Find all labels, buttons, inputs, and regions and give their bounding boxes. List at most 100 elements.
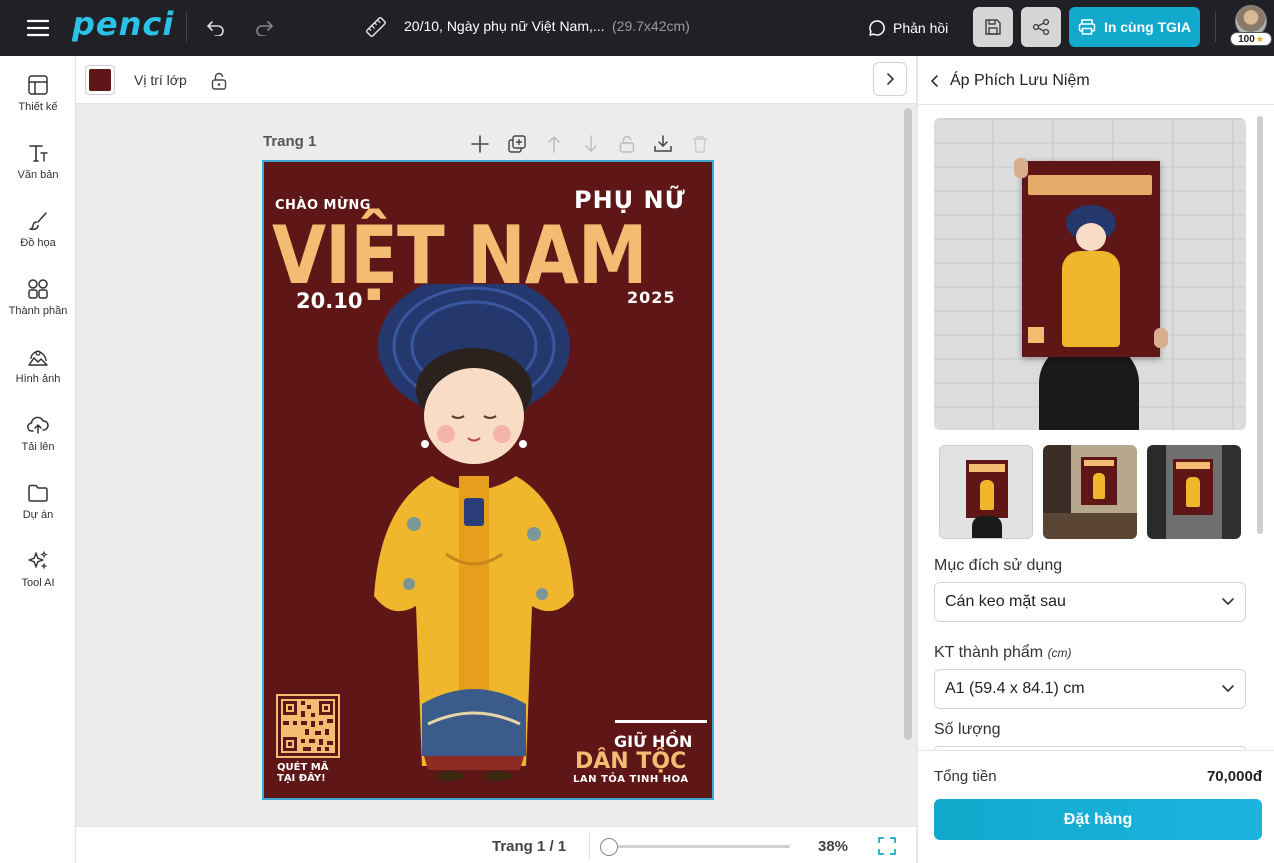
layout-icon	[28, 75, 48, 95]
hands	[1014, 158, 1028, 178]
purpose-label: Mục đích sử dụng	[934, 557, 1063, 574]
total-label: Tổng tiền	[934, 768, 997, 785]
arrow-up-icon	[548, 135, 560, 153]
download-tray-icon	[654, 135, 672, 152]
sidebar-item-graphics[interactable]: Đồ họa	[0, 204, 76, 266]
zoom-slider-track	[606, 845, 790, 848]
preview-thumbnail-3[interactable]	[1147, 445, 1241, 539]
menu-icon[interactable]	[24, 14, 52, 42]
avatar[interactable]: 100 ★	[1230, 5, 1272, 47]
context-toolbar: Vị trí lớp	[76, 56, 916, 104]
save-icon	[985, 19, 1001, 35]
brush-icon	[29, 212, 47, 231]
sidebar-item-design[interactable]: Thiết kế	[0, 68, 76, 130]
fullscreen-button[interactable]	[876, 835, 898, 857]
size-label-row: KT thành phẩm (cm)	[934, 644, 1072, 662]
product-preview-image[interactable]	[934, 118, 1246, 430]
sidebar-item-label: Dự án	[22, 509, 54, 521]
order-button[interactable]: Đặt hàng	[934, 799, 1262, 840]
move-page-up-button[interactable]	[542, 132, 566, 156]
move-page-down-button[interactable]	[579, 132, 603, 156]
lock-page-button[interactable]	[615, 132, 639, 156]
image-icon	[28, 350, 48, 366]
quantity-label: Số lượng	[934, 721, 1001, 738]
app-logo[interactable]: penci	[72, 5, 174, 43]
print-label: In cùng TGIA	[1103, 19, 1192, 35]
zoom-slider[interactable]	[600, 838, 792, 856]
page-label: Trang 1	[263, 133, 317, 150]
save-button[interactable]	[973, 7, 1013, 47]
panel-header[interactable]: Áp Phích Lưu Niệm	[930, 70, 1090, 92]
undo-icon[interactable]	[202, 14, 230, 42]
qr-caption-line2[interactable]: TẠI ĐÂY!	[277, 773, 326, 784]
sidebar-item-label: Thành phần	[8, 305, 68, 317]
poster-slogan-line3[interactable]: LAN TỎA TINH HOA	[573, 774, 689, 785]
sidebar-item-images[interactable]: Hình ảnh	[0, 340, 76, 402]
sidebar-item-label: Đồ họa	[20, 237, 56, 249]
trash-icon	[693, 136, 707, 153]
document-size: (29.7x42cm)	[612, 18, 690, 34]
download-page-button[interactable]	[651, 132, 675, 156]
color-swatch[interactable]	[85, 65, 115, 95]
duplicate-icon	[508, 135, 526, 153]
sidebar-item-projects[interactable]: Dự án	[0, 476, 76, 538]
sidebar-item-elements[interactable]: Thành phần	[0, 272, 76, 334]
add-page-button[interactable]	[468, 132, 492, 156]
redo-icon[interactable]	[250, 14, 278, 42]
zoom-slider-handle[interactable]	[600, 838, 618, 856]
collapse-panel-button[interactable]	[873, 62, 907, 96]
sparkles-icon	[28, 550, 48, 570]
poster-slogan-line2[interactable]: DÂN TỘC	[575, 749, 686, 774]
decorative-line[interactable]	[615, 720, 707, 723]
document-title[interactable]: 20/10, Ngày phụ nữ Việt Nam,...	[404, 18, 605, 34]
panel-scrollbar[interactable]	[1257, 116, 1263, 534]
size-unit: (cm)	[1047, 646, 1072, 660]
delete-page-button[interactable]	[688, 132, 712, 156]
layer-position-button[interactable]: Vị trí lớp	[134, 72, 187, 88]
sidebar-item-upload[interactable]: Tải lên	[0, 408, 76, 470]
purpose-select[interactable]: Cán keo mặt sau	[934, 582, 1246, 622]
chevron-down-icon	[1222, 685, 1234, 693]
feedback-button[interactable]: Phản hồi	[868, 16, 948, 40]
arrow-down-icon	[585, 135, 597, 153]
chevron-right-icon	[887, 73, 895, 85]
poster-design[interactable]: CHÀO MỪNG PHỤ NỮ VIỆT NAM 20.10 2025 QUÉ…	[262, 160, 714, 800]
sidebar-item-text[interactable]: Văn bản	[0, 136, 76, 198]
preview-thumbnail-2[interactable]	[1043, 445, 1137, 539]
folder-icon	[28, 484, 48, 502]
printer-icon	[1078, 19, 1096, 35]
purpose-value: Cán keo mặt sau	[945, 593, 1066, 610]
qr-caption-line1[interactable]: QUÉT MÃ	[277, 762, 328, 773]
total-value: 70,000đ	[1206, 768, 1262, 785]
print-button[interactable]: In cùng TGIA	[1069, 7, 1200, 47]
divider	[186, 12, 187, 42]
share-button[interactable]	[1021, 7, 1061, 47]
bottom-bar: Trang 1 / 1 38%	[76, 826, 916, 863]
lock-button[interactable]	[208, 70, 230, 92]
page-indicator[interactable]: Trang 1 / 1	[492, 838, 566, 855]
order-label: Đặt hàng	[1063, 810, 1133, 828]
unlock-icon	[619, 135, 635, 153]
canvas-scrollbar[interactable]	[904, 108, 912, 740]
preview-poster	[1022, 161, 1160, 357]
footer-divider	[918, 750, 1274, 751]
upload-cloud-icon	[27, 416, 49, 434]
chevron-left-icon	[930, 75, 938, 87]
duplicate-page-button[interactable]	[505, 132, 529, 156]
chevron-down-icon	[1222, 598, 1234, 606]
sidebar-item-label: Văn bản	[17, 169, 59, 181]
sidebar-item-label: Tải lên	[21, 441, 55, 453]
size-select[interactable]: A1 (59.4 x 84.1) cm	[934, 669, 1246, 709]
poster-year-text[interactable]: 2025	[627, 288, 676, 307]
fullscreen-icon	[878, 837, 896, 855]
qr-code[interactable]	[276, 694, 340, 758]
unlock-icon	[211, 72, 227, 90]
panel-title: Áp Phích Lưu Niệm	[950, 72, 1090, 89]
sidebar-item-tool-ai[interactable]: Tool AI	[0, 544, 76, 606]
ruler-icon[interactable]	[362, 13, 390, 41]
preview-thumbnail-1[interactable]	[939, 445, 1033, 539]
poster-date-text[interactable]: 20.10	[296, 289, 362, 313]
size-value: A1 (59.4 x 84.1) cm	[945, 680, 1085, 697]
plus-icon	[471, 135, 489, 153]
woman-ao-dai-illustration[interactable]	[354, 284, 604, 784]
